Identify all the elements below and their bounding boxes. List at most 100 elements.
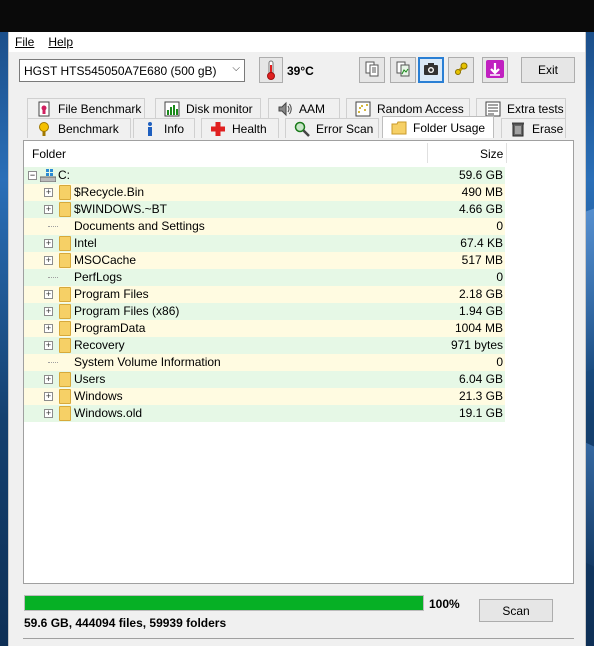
folder-name: PerfLogs bbox=[74, 270, 123, 284]
folder-name: Windows bbox=[74, 389, 123, 403]
tab-error-scan[interactable]: Error Scan bbox=[285, 118, 379, 138]
tree-root-row[interactable]: − C: 59.6 GB bbox=[24, 167, 505, 184]
temperature-value: 39°C bbox=[287, 64, 314, 78]
expand-toggle[interactable]: + bbox=[44, 239, 53, 248]
expand-toggle[interactable]: + bbox=[44, 341, 53, 350]
tree-connector bbox=[48, 226, 58, 227]
tab-row-bottom: Benchmark Info Health Error Scan Folder … bbox=[9, 116, 585, 138]
table-row[interactable]: + Windows.old 19.1 GB bbox=[24, 405, 505, 422]
column-header-size[interactable]: Size bbox=[480, 147, 503, 161]
tab-health[interactable]: Health bbox=[201, 118, 279, 138]
menu-help[interactable]: Help bbox=[48, 35, 73, 49]
random-access-icon bbox=[355, 101, 371, 117]
tab-extra-tests[interactable]: Extra tests bbox=[476, 98, 566, 118]
tab-erase[interactable]: Erase bbox=[501, 118, 566, 138]
toolbar: HGST HTS545050A7E680 (500 gB) ⌵ 39°C Exi… bbox=[9, 54, 585, 88]
folder-size: 4.66 GB bbox=[458, 202, 503, 216]
table-row[interactable]: + Program Files (x86) 1.94 GB bbox=[24, 303, 505, 320]
folder-icon bbox=[59, 406, 71, 421]
tab-bar: File Benchmark Disk monitor AAM Random A… bbox=[9, 96, 585, 138]
exit-button-label: Exit bbox=[537, 63, 558, 77]
column-divider[interactable] bbox=[506, 143, 507, 163]
tab-label: File Benchmark bbox=[58, 101, 142, 116]
tab-label: Info bbox=[164, 121, 185, 136]
tab-aam[interactable]: AAM bbox=[268, 98, 340, 118]
save-button[interactable] bbox=[482, 57, 508, 83]
table-row[interactable]: + MSOCache 517 MB bbox=[24, 252, 505, 269]
expand-toggle[interactable]: + bbox=[44, 324, 53, 333]
expand-toggle[interactable]: + bbox=[44, 307, 53, 316]
tab-file-benchmark[interactable]: File Benchmark bbox=[27, 98, 145, 118]
speaker-icon bbox=[277, 101, 293, 117]
folder-name: ProgramData bbox=[74, 321, 146, 335]
folder-icon bbox=[59, 389, 71, 404]
expand-toggle[interactable]: + bbox=[44, 188, 53, 197]
folder-name: Users bbox=[74, 372, 106, 386]
column-divider[interactable] bbox=[427, 143, 428, 163]
table-row[interactable]: PerfLogs 0 bbox=[24, 269, 505, 286]
tab-label: Folder Usage bbox=[413, 120, 486, 135]
tab-label: AAM bbox=[299, 101, 326, 116]
menu-file[interactable]: File bbox=[15, 35, 34, 49]
table-row[interactable]: + Windows 21.3 GB bbox=[24, 388, 505, 405]
table-row[interactable]: System Volume Information 0 bbox=[24, 354, 505, 371]
root-size: 59.6 GB bbox=[458, 168, 503, 182]
trash-icon bbox=[510, 121, 526, 137]
root-name: C: bbox=[58, 168, 70, 182]
column-header-folder[interactable]: Folder bbox=[32, 147, 66, 161]
table-row[interactable]: + $Recycle.Bin 490 MB bbox=[24, 184, 505, 201]
folder-size: 490 MB bbox=[461, 185, 503, 199]
table-row[interactable]: + ProgramData 1004 MB bbox=[24, 320, 505, 337]
folder-size: 0 bbox=[496, 219, 503, 233]
folder-size: 1004 MB bbox=[454, 321, 503, 335]
menu-help-label: Help bbox=[48, 35, 74, 49]
folder-size: 21.3 GB bbox=[458, 389, 503, 403]
folder-icon bbox=[59, 372, 71, 387]
screenshot-button[interactable] bbox=[418, 57, 444, 83]
table-header: Folder Size bbox=[24, 141, 573, 165]
copy-image-button[interactable] bbox=[390, 57, 416, 83]
expand-toggle[interactable]: + bbox=[44, 205, 53, 214]
tab-info[interactable]: Info bbox=[133, 118, 195, 138]
folder-icon bbox=[59, 304, 71, 319]
scan-button[interactable]: Scan bbox=[479, 599, 553, 622]
scan-progress-bar bbox=[24, 595, 424, 611]
status-bar bbox=[23, 638, 574, 646]
tree-connector bbox=[48, 277, 58, 278]
folder-size: 517 MB bbox=[461, 253, 503, 267]
tab-folder-usage[interactable]: Folder Usage bbox=[382, 116, 494, 138]
folder-size: 67.4 KB bbox=[460, 236, 503, 250]
expand-toggle[interactable]: + bbox=[44, 392, 53, 401]
folder-icon bbox=[59, 185, 71, 200]
health-cross-icon bbox=[210, 121, 226, 137]
expand-toggle[interactable]: + bbox=[44, 256, 53, 265]
folder-name: Documents and Settings bbox=[74, 219, 205, 233]
copy-text-button[interactable] bbox=[359, 57, 385, 83]
menu-bar: File Help bbox=[9, 32, 585, 52]
expand-toggle[interactable]: + bbox=[44, 375, 53, 384]
expand-toggle[interactable]: + bbox=[44, 290, 53, 299]
tab-disk-monitor[interactable]: Disk monitor bbox=[155, 98, 261, 118]
exit-button[interactable]: Exit bbox=[521, 57, 575, 83]
tab-benchmark[interactable]: Benchmark bbox=[27, 118, 131, 138]
scan-button-label: Scan bbox=[502, 603, 530, 618]
table-row[interactable]: + Intel 67.4 KB bbox=[24, 235, 505, 252]
table-row[interactable]: + Users 6.04 GB bbox=[24, 371, 505, 388]
wrench-icon bbox=[453, 61, 469, 80]
tab-random-access[interactable]: Random Access bbox=[346, 98, 470, 118]
options-button[interactable] bbox=[448, 57, 474, 83]
folder-name: System Volume Information bbox=[74, 355, 221, 369]
folder-size: 1.94 GB bbox=[458, 304, 503, 318]
table-row[interactable]: + $WINDOWS.~BT 4.66 GB bbox=[24, 201, 505, 218]
table-row[interactable]: Documents and Settings 0 bbox=[24, 218, 505, 235]
table-row[interactable]: + Program Files 2.18 GB bbox=[24, 286, 505, 303]
folder-size: 0 bbox=[496, 270, 503, 284]
folder-usage-panel: Folder Size − C: 59.6 GB + $Recycle.Bin 49… bbox=[23, 140, 574, 584]
expand-toggle[interactable]: + bbox=[44, 409, 53, 418]
drive-select[interactable]: HGST HTS545050A7E680 (500 gB) ⌵ bbox=[19, 59, 245, 82]
collapse-toggle[interactable]: − bbox=[28, 171, 37, 180]
folder-name: $WINDOWS.~BT bbox=[74, 202, 168, 216]
copy-image-icon bbox=[395, 61, 411, 80]
table-row[interactable]: + Recovery 971 bytes bbox=[24, 337, 505, 354]
folder-icon bbox=[59, 202, 71, 217]
